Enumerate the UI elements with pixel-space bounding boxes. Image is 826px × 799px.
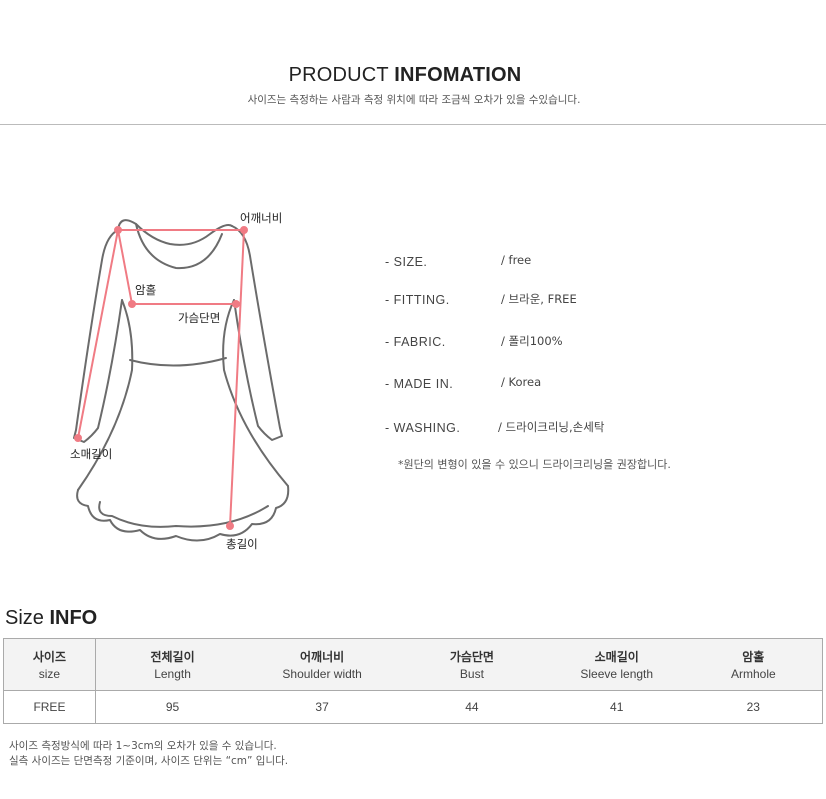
spec-row-washing: - WASHING. / 드라이크리닝,손세탁: [385, 420, 805, 441]
armhole-label: 암홀: [135, 283, 157, 297]
measure-point: [74, 434, 82, 442]
footnote-line: 실측 사이즈는 단면측정 기준이며, 사이즈 단위는 “cm” 입니다.: [9, 755, 289, 767]
table-header-cell: 어깨너비 Shoulder width: [249, 638, 396, 691]
spec-value: / free: [501, 253, 532, 267]
table-header-cell: 소매길이 Sleeve length: [548, 638, 685, 691]
spec-value: / 폴리100%: [501, 334, 563, 348]
spec-key: - WASHING.: [385, 421, 461, 435]
table-cell: 44: [395, 690, 549, 724]
length-measure-line: [229, 229, 245, 527]
sleeve-label: 소매길이: [70, 447, 113, 461]
header-en: Shoulder width: [282, 667, 362, 681]
header-en: Length: [154, 667, 191, 681]
table-cell: 23: [684, 690, 823, 724]
measure-point: [114, 226, 122, 234]
waist-seam-outline: [129, 357, 227, 367]
page-subtitle: 사이즈는 측정하는 사람과 측정 위치에 따라 조금씩 오차가 있을 수있습니다…: [247, 94, 581, 106]
length-label: 총길이: [226, 537, 258, 551]
title-light-text: PRODUCT: [288, 64, 395, 86]
table-header-cell: 암홀 Armhole: [684, 638, 823, 691]
header-ko: 사이즈: [32, 650, 66, 664]
armhole-measure-line: [117, 229, 133, 305]
measure-point: [240, 226, 248, 234]
shoulder-label: 어깨너비: [240, 211, 283, 225]
size-footnotes: 사이즈 측정방식에 따라 1~3cm의 오차가 있을 수 있습니다. 실측 사이…: [9, 739, 288, 769]
measure-point: [226, 522, 234, 530]
spec-row-fabric: - FABRIC. / 폴리100%: [385, 334, 805, 355]
spec-key: - MADE IN.: [385, 377, 454, 391]
header-ko: 어깨너비: [300, 650, 345, 664]
table-cell: 37: [249, 690, 396, 724]
header-ko: 암홀: [742, 650, 765, 664]
table-cell: 95: [95, 690, 250, 724]
measure-point: [232, 300, 240, 308]
size-title-light: Size: [5, 607, 50, 629]
header-en: Armhole: [730, 667, 776, 681]
size-title-bold: INFO: [49, 607, 98, 629]
header-divider: [0, 124, 826, 125]
spec-value: / 브라운, FREE: [501, 292, 577, 306]
size-table: 사이즈 size 전체길이 Length 어깨너비 Shoulder width 가슴…: [3, 638, 823, 724]
table-header-cell: 가슴단면 Bust: [395, 638, 549, 691]
title-bold-text: INFOMATION: [394, 64, 522, 86]
spec-key: - SIZE.: [385, 255, 428, 269]
garment-diagram: 어깨너비 암홀 가슴단면 소매길이 총길이: [60, 200, 310, 560]
page-title: PRODUCT INFOMATION: [0, 64, 810, 87]
spec-row-made-in: - MADE IN. / Korea: [385, 375, 805, 397]
spec-key: - FITTING.: [385, 293, 450, 307]
spec-value: / 드라이크리닝,손세탁: [498, 420, 605, 434]
dress-illustration: [73, 219, 290, 542]
table-row: FREE 95 37 44 41 23: [3, 690, 823, 724]
spec-key: - FABRIC.: [385, 335, 446, 349]
size-info-title: Size INFO: [5, 607, 97, 630]
care-note: *원단의 변형이 있을 수 있으니 드라이크리닝을 권장합니다.: [398, 458, 671, 471]
bust-label: 가슴단면: [178, 311, 221, 325]
header-en: Bust: [459, 667, 484, 681]
table-header-cell: 전체길이 Length: [95, 638, 250, 691]
table-header-cell: 사이즈 size: [3, 638, 96, 691]
table-header-row: 사이즈 size 전체길이 Length 어깨너비 Shoulder width 가슴…: [3, 638, 823, 691]
measure-point: [128, 300, 136, 308]
header-ko: 가슴단면: [449, 650, 494, 664]
table-cell: FREE: [3, 690, 96, 724]
header-ko: 전체길이: [150, 650, 195, 664]
sleeve-measure-line: [77, 229, 119, 439]
spec-row-fitting: - FITTING. / 브라운, FREE: [385, 292, 805, 313]
table-cell: 41: [548, 690, 685, 724]
spec-value: / Korea: [501, 375, 542, 389]
header-ko: 소매길이: [594, 650, 639, 664]
inner-hem-outline: [98, 501, 269, 528]
header-en: size: [38, 667, 61, 681]
spec-row-size: - SIZE. / free: [385, 253, 805, 275]
footnote-line: 사이즈 측정방식에 따라 1~3cm의 오차가 있을 수 있습니다.: [9, 740, 277, 752]
header-en: Sleeve length: [580, 667, 654, 681]
